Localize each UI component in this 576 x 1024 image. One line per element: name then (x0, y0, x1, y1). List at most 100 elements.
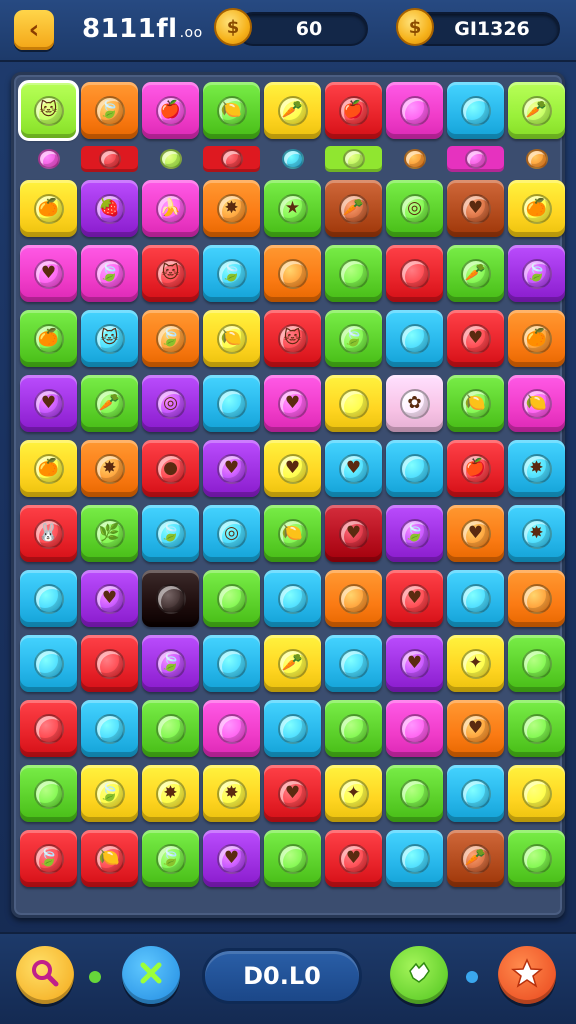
board-tile[interactable] (81, 635, 138, 692)
board-tile[interactable]: ♥ (20, 375, 77, 432)
gem-slot[interactable] (447, 146, 504, 172)
board-tile[interactable]: ♥ (325, 830, 382, 887)
board-tile[interactable]: 🌿 (81, 505, 138, 562)
board-tile[interactable]: 🥕 (264, 82, 321, 139)
board-tile[interactable] (447, 765, 504, 822)
board-tile[interactable]: 🍃 (81, 245, 138, 302)
board-tile[interactable] (81, 700, 138, 757)
board-tile[interactable] (386, 82, 443, 139)
board-tile[interactable] (264, 245, 321, 302)
board-tile[interactable]: ✸ (508, 440, 565, 497)
boost-button[interactable] (390, 946, 448, 1004)
board-tile[interactable]: ♥ (447, 505, 504, 562)
board-tile[interactable] (325, 245, 382, 302)
board-tile[interactable]: ♥ (447, 310, 504, 367)
board-tile[interactable] (508, 570, 565, 627)
board-tile[interactable]: 🐱 (264, 310, 321, 367)
board-tile[interactable] (508, 635, 565, 692)
board-tile[interactable] (386, 440, 443, 497)
board-tile[interactable]: 🍋 (81, 830, 138, 887)
board-tile[interactable]: 🍊 (508, 310, 565, 367)
board-tile[interactable]: 🐱 (81, 310, 138, 367)
board-tile[interactable] (325, 570, 382, 627)
board-tile[interactable]: 🍋 (203, 82, 260, 139)
board-tile[interactable]: 🍊 (20, 440, 77, 497)
board-tile[interactable] (20, 700, 77, 757)
gem-slot[interactable] (264, 146, 321, 172)
board-tile[interactable] (508, 700, 565, 757)
board-tile[interactable]: 🥕 (325, 180, 382, 237)
board-tile[interactable]: 🍃 (20, 830, 77, 887)
board-tile[interactable]: 🍃 (203, 245, 260, 302)
board-tile[interactable]: ★ (264, 180, 321, 237)
board-tile[interactable]: 🍃 (325, 310, 382, 367)
back-button[interactable]: ‹ (14, 10, 54, 50)
board-tile[interactable]: 🍎 (325, 82, 382, 139)
board-tile[interactable]: ♥ (20, 245, 77, 302)
board-tile[interactable] (386, 700, 443, 757)
board-tile[interactable]: 🥕 (447, 830, 504, 887)
board-tile[interactable]: ♥ (325, 440, 382, 497)
board-tile[interactable]: ♥ (264, 440, 321, 497)
star-button[interactable] (498, 946, 556, 1004)
board-tile[interactable]: ♥ (447, 700, 504, 757)
board-tile[interactable]: ♥ (325, 505, 382, 562)
board-tile[interactable] (386, 245, 443, 302)
board-tile[interactable]: ✸ (81, 440, 138, 497)
board-tile[interactable]: ♥ (386, 635, 443, 692)
board-tile[interactable] (325, 700, 382, 757)
board-tile[interactable]: 🍊 (20, 310, 77, 367)
board-tile[interactable]: ✸ (508, 505, 565, 562)
board-tile[interactable] (325, 635, 382, 692)
board-tile[interactable]: ♥ (386, 570, 443, 627)
board-tile[interactable]: 🍊 (508, 180, 565, 237)
board-tile[interactable] (264, 570, 321, 627)
board-tile[interactable] (447, 570, 504, 627)
board-tile[interactable]: ♥ (203, 830, 260, 887)
board-tile[interactable]: ✸ (142, 765, 199, 822)
board-tile[interactable]: ♥ (264, 765, 321, 822)
board-tile[interactable]: ✦ (325, 765, 382, 822)
gem-slot[interactable] (508, 146, 565, 172)
board-tile[interactable]: 🍋 (508, 375, 565, 432)
board-tile[interactable]: 🍓 (81, 180, 138, 237)
board-tile[interactable]: ✸ (203, 765, 260, 822)
board-tile[interactable]: 🥕 (81, 375, 138, 432)
board-tile[interactable]: 🍃 (81, 765, 138, 822)
board-tile[interactable]: ◎ (203, 505, 260, 562)
board-tile[interactable]: 🍃 (142, 830, 199, 887)
board-tile[interactable] (447, 82, 504, 139)
gem-slot[interactable] (325, 146, 382, 172)
board-tile[interactable] (20, 765, 77, 822)
board-tile[interactable] (203, 375, 260, 432)
board-tile[interactable]: 🍃 (142, 635, 199, 692)
board-tile[interactable]: ✸ (203, 180, 260, 237)
board-tile[interactable]: 🍃 (508, 245, 565, 302)
board-tile[interactable] (325, 375, 382, 432)
board-tile[interactable] (386, 830, 443, 887)
board-tile[interactable]: 🍌 (142, 180, 199, 237)
board-tile[interactable]: 🍎 (142, 82, 199, 139)
board-tile[interactable]: 🍎 (447, 440, 504, 497)
board-tile[interactable]: ◎ (142, 375, 199, 432)
gem-slot[interactable] (20, 146, 77, 172)
board-tile[interactable] (20, 570, 77, 627)
board-tile[interactable]: ◎ (386, 180, 443, 237)
gold-coin-icon[interactable]: $ (396, 8, 434, 46)
shuffle-button[interactable] (122, 946, 180, 1004)
board-tile[interactable]: ✦ (447, 635, 504, 692)
gem-slot[interactable] (203, 146, 260, 172)
board-tile[interactable]: 🍋 (203, 310, 260, 367)
board-tile[interactable]: 🍊 (20, 180, 77, 237)
board-tile[interactable]: ● (142, 440, 199, 497)
board-tile[interactable]: 🥕 (508, 82, 565, 139)
board-tile[interactable] (264, 830, 321, 887)
board-tile[interactable] (20, 635, 77, 692)
board-tile[interactable]: 🐱 (18, 80, 79, 141)
board-tile[interactable] (264, 700, 321, 757)
board-tile[interactable] (508, 765, 565, 822)
board-tile[interactable]: 🥕 (447, 245, 504, 302)
board-tile[interactable]: ✿ (386, 375, 443, 432)
board-tile[interactable]: ♥ (264, 375, 321, 432)
board-tile[interactable]: 🍃 (81, 82, 138, 139)
